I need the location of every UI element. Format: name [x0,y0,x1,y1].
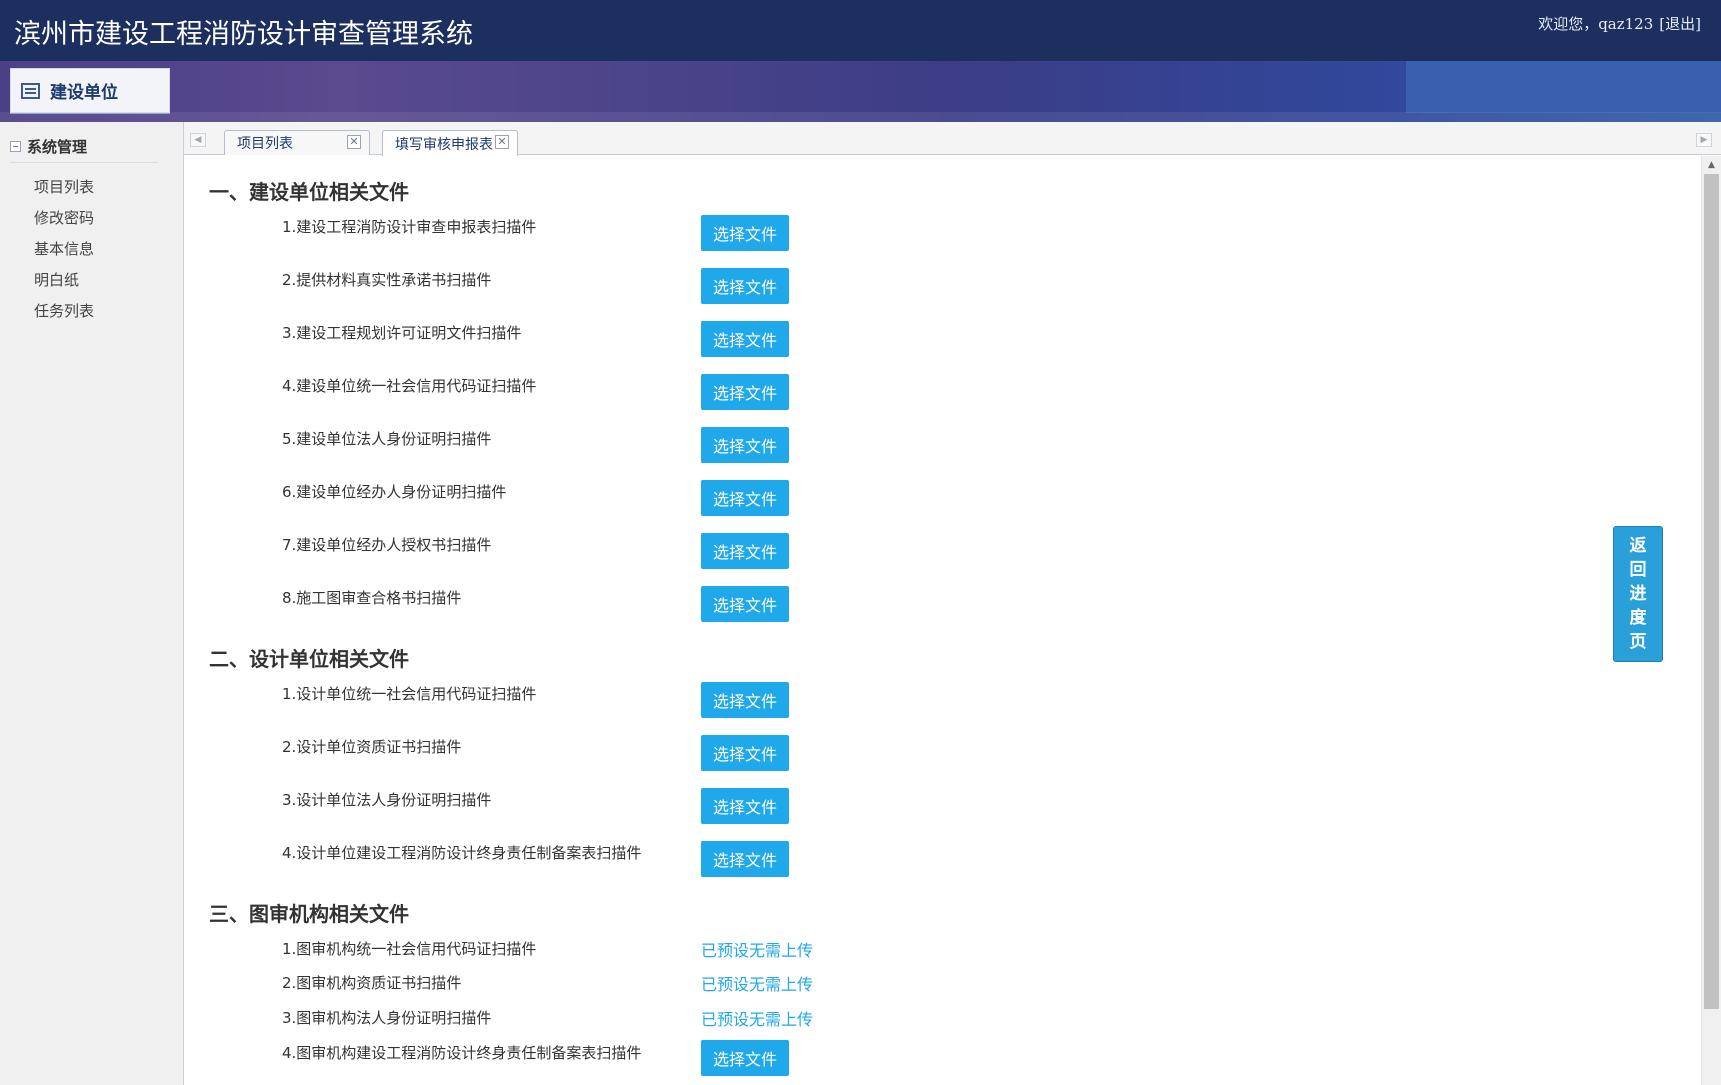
section-title-design-unit: 二、设计单位相关文件 [209,647,409,671]
file-item-label: 4.图审机构建设工程消防设计终身责任制备案表扫描件 [282,1044,642,1062]
sidebar-item-notice[interactable]: 明白纸 [34,269,94,300]
select-file-button[interactable]: 选择文件 [701,788,789,824]
select-file-button[interactable]: 选择文件 [701,427,789,463]
file-item-label: 8.施工图审查合格书扫描件 [282,589,462,607]
preset-status-text: 已预设无需上传 [701,941,814,960]
close-icon[interactable]: ✕ [495,135,509,149]
tab-label: 项目列表 [237,136,293,152]
chevron-left-icon[interactable]: ◀ [190,133,206,147]
select-file-button[interactable]: 选择文件 [701,321,789,357]
sidebar-items: 项目列表 修改密码 基本信息 明白纸 任务列表 [34,176,94,331]
select-file-button[interactable]: 选择文件 [701,586,789,622]
user-area: 欢迎您，qaz123 [退出] [1538,13,1701,34]
file-item-label: 2.提供材料真实性承诺书扫描件 [282,271,492,289]
back-to-progress-button[interactable]: 返回进度页 [1613,526,1663,662]
select-file-button[interactable]: 选择文件 [701,682,789,718]
sidebar-group-label: 系统管理 [27,138,88,156]
back-to-progress-label: 返回进度页 [1629,536,1647,652]
file-item-label: 4.设计单位建设工程消防设计终身责任制备案表扫描件 [282,844,642,862]
sidebar-item-task-list[interactable]: 任务列表 [34,300,94,331]
file-item-label: 5.建设单位法人身份证明扫描件 [282,430,492,448]
select-file-button[interactable]: 选择文件 [701,480,789,516]
file-item-label: 1.建设工程消防设计审查申报表扫描件 [282,218,537,236]
file-item-label: 4.建设单位统一社会信用代码证扫描件 [282,377,537,395]
select-file-button[interactable]: 选择文件 [701,1040,789,1076]
file-item-label: 2.设计单位资质证书扫描件 [282,738,462,756]
sidebar-divider [10,162,158,163]
module-bar-decoration [1406,61,1721,113]
section-title-construction-unit: 一、建设单位相关文件 [209,180,409,204]
sidebar-item-basic-info[interactable]: 基本信息 [34,238,94,269]
sidebar: 系统管理 项目列表 修改密码 基本信息 明白纸 任务列表 [0,122,184,1085]
file-item-label: 7.建设单位经办人授权书扫描件 [282,536,492,554]
tab-strip: ◀ 项目列表 ✕ 填写审核申报表 ✕ ▶ [184,122,1721,156]
module-tab-label: 建设单位 [50,83,118,103]
scroll-up-icon[interactable]: ▲ [1702,156,1721,174]
welcome-text: 欢迎您，qaz123 [1538,15,1654,33]
chevron-right-icon[interactable]: ▶ [1696,133,1712,147]
tab-project-list[interactable]: 项目列表 ✕ [224,130,370,155]
logout-link[interactable]: [退出] [1659,13,1701,34]
select-file-button[interactable]: 选择文件 [701,268,789,304]
preset-status-text: 已预设无需上传 [701,975,814,994]
app-title: 滨州市建设工程消防设计审查管理系统 [14,19,473,50]
select-file-button[interactable]: 选择文件 [701,215,789,251]
module-tab-construction-unit[interactable]: 建设单位 [10,68,170,113]
select-file-button[interactable]: 选择文件 [701,374,789,410]
file-item-label: 6.建设单位经办人身份证明扫描件 [282,483,507,501]
select-file-button[interactable]: 选择文件 [701,841,789,877]
main-content: 一、建设单位相关文件 1.建设工程消防设计审查申报表扫描件 选择文件 2.提供材… [184,156,1701,1085]
select-file-button[interactable]: 选择文件 [701,533,789,569]
select-file-button[interactable]: 选择文件 [701,735,789,771]
file-item-label: 3.建设工程规划许可证明文件扫描件 [282,324,522,342]
section-title-review-agency: 三、图审机构相关文件 [209,902,409,926]
close-icon[interactable]: ✕ [347,135,361,149]
scroll-thumb[interactable] [1704,174,1719,1009]
file-item-label: 3.设计单位法人身份证明扫描件 [282,791,492,809]
module-bar [0,61,1721,122]
app-header: 滨州市建设工程消防设计审查管理系统 欢迎您，qaz123 [退出] [0,0,1721,61]
preset-status-text: 已预设无需上传 [701,1010,814,1029]
sidebar-item-project-list[interactable]: 项目列表 [34,176,94,207]
sidebar-item-change-password[interactable]: 修改密码 [34,207,94,238]
minus-icon[interactable] [10,141,21,152]
tab-fill-review-form[interactable]: 填写审核申报表 ✕ [382,130,518,156]
file-item-label: 1.图审机构统一社会信用代码证扫描件 [282,940,537,958]
tab-label: 填写审核申报表 [395,136,493,153]
vertical-scrollbar[interactable]: ▲ [1701,156,1721,1085]
sidebar-group-system[interactable]: 系统管理 [10,136,87,157]
list-icon [21,82,40,99]
file-item-label: 1.设计单位统一社会信用代码证扫描件 [282,685,537,703]
file-item-label: 2.图审机构资质证书扫描件 [282,974,462,992]
file-item-label: 3.图审机构法人身份证明扫描件 [282,1009,492,1027]
